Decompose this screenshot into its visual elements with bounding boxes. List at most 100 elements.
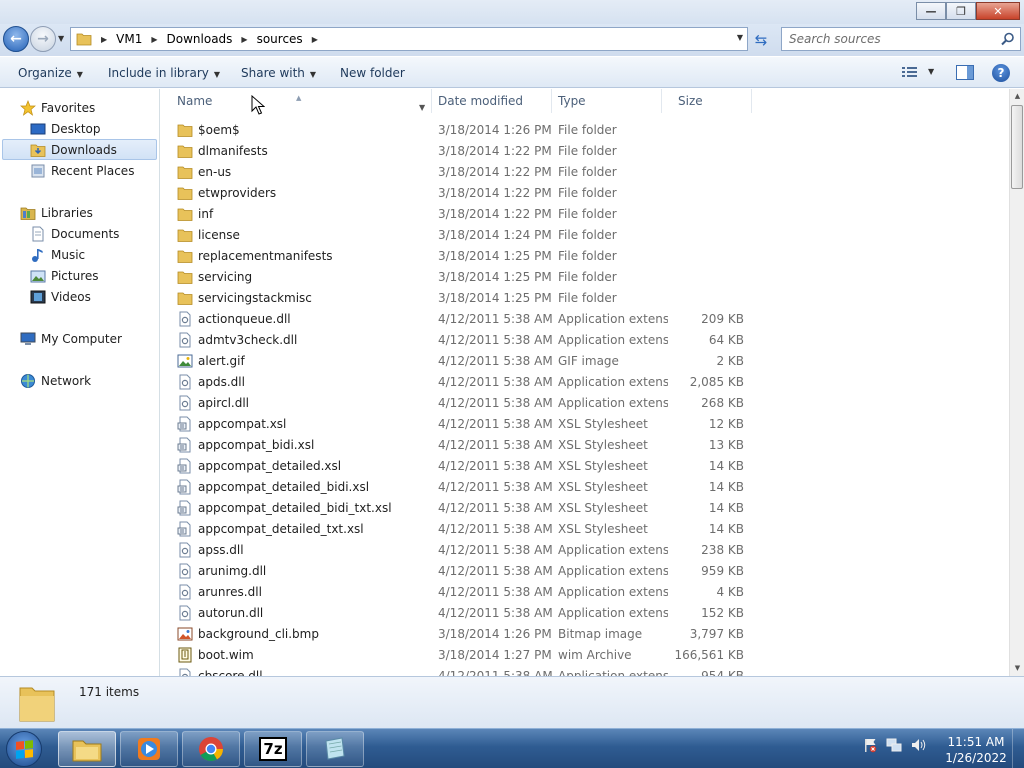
file-name: inf (198, 206, 214, 221)
preview-pane-icon[interactable] (956, 65, 974, 80)
file-row[interactable]: servicing 3/18/2014 1:25 PM File folder (161, 266, 1009, 287)
file-name-cell: replacementmanifests (177, 248, 432, 264)
file-row[interactable]: appcompat.xsl 4/12/2011 5:38 AM XSL Styles… (161, 413, 1009, 434)
vertical-scrollbar[interactable]: ▲ ▼ (1009, 89, 1024, 676)
file-type: Application extens... (558, 605, 668, 620)
network-status-icon[interactable] (886, 737, 902, 753)
refresh-button[interactable]: ⇆ (751, 30, 771, 50)
file-row[interactable]: apss.dll 4/12/2011 5:38 AM Application ext… (161, 539, 1009, 560)
nav-desktop[interactable]: Desktop (30, 118, 158, 139)
recent-places-icon (31, 164, 45, 177)
new-folder-button[interactable]: New folder (340, 66, 405, 80)
file-row[interactable]: servicingstackmisc 3/18/2014 1:25 PM File … (161, 287, 1009, 308)
file-row[interactable]: admtv3check.dll 4/12/2011 5:38 AM Applicat… (161, 329, 1009, 350)
minimize-button[interactable]: — (916, 2, 946, 20)
nav-my-computer[interactable]: My Computer (20, 328, 158, 349)
nav-favorites[interactable]: Favorites (20, 97, 158, 118)
close-button[interactable]: ✕ (976, 2, 1020, 20)
file-row[interactable]: appcompat_detailed.xsl 4/12/2011 5:38 AM X… (161, 455, 1009, 476)
start-button[interactable] (6, 731, 42, 767)
file-row[interactable]: appcompat_bidi.xsl 4/12/2011 5:38 AM XSL S… (161, 434, 1009, 455)
nav-music[interactable]: Music (30, 244, 158, 265)
breadcrumb-separator-icon[interactable]: ▶ (312, 35, 318, 44)
file-row[interactable]: etwproviders 3/18/2014 1:22 PM File folder (161, 182, 1009, 203)
scroll-down-icon[interactable]: ▼ (1010, 661, 1024, 676)
change-view-icon[interactable] (902, 66, 918, 78)
action-center-flag-icon[interactable] (862, 737, 878, 753)
file-name: appcompat.xsl (198, 416, 287, 431)
file-row[interactable]: apircl.dll 4/12/2011 5:38 AM Application e… (161, 392, 1009, 413)
file-row[interactable]: autorun.dll 4/12/2011 5:38 AM Application … (161, 602, 1009, 623)
column-header-size[interactable]: Size (662, 89, 752, 113)
nav-libraries[interactable]: Libraries (20, 202, 158, 223)
column-header-name[interactable]: Name ▲ ▼ (161, 89, 432, 113)
share-with-button[interactable]: Share with ▼ (241, 66, 316, 80)
show-desktop-button[interactable] (1012, 729, 1024, 768)
file-row[interactable]: arunres.dll 4/12/2011 5:38 AM Application … (161, 581, 1009, 602)
file-row[interactable]: arunimg.dll 4/12/2011 5:38 AM Application … (161, 560, 1009, 581)
file-row[interactable]: en-us 3/18/2014 1:22 PM File folder (161, 161, 1009, 182)
address-dropdown-icon[interactable]: ▼ (737, 33, 743, 42)
minimize-icon: — (925, 4, 937, 18)
file-name: admtv3check.dll (198, 332, 298, 347)
forward-button[interactable]: → (30, 26, 56, 52)
file-date: 4/12/2011 5:38 AM (438, 542, 553, 557)
address-bar[interactable]: ▶ VM1 ▶ Downloads ▶ sources ▶ ▼ (70, 27, 748, 51)
nav-network[interactable]: Network (20, 370, 158, 391)
nav-documents[interactable]: Documents (30, 223, 158, 244)
nav-recent-places[interactable]: Recent Places (30, 160, 158, 181)
search-input[interactable] (789, 29, 989, 49)
file-row[interactable]: license 3/18/2014 1:24 PM File folder (161, 224, 1009, 245)
file-name-cell: apss.dll (177, 542, 432, 558)
file-row[interactable]: apds.dll 4/12/2011 5:38 AM Application ext… (161, 371, 1009, 392)
volume-icon[interactable] (910, 737, 926, 753)
breadcrumb-separator-icon[interactable]: ▶ (151, 35, 157, 44)
search-icon[interactable] (1001, 32, 1015, 46)
column-header-date-modified[interactable]: Date modified (422, 89, 552, 113)
taskbar-media-player[interactable] (120, 731, 178, 767)
file-name-cell: admtv3check.dll (177, 332, 432, 348)
restore-icon: ❐ (956, 4, 966, 18)
file-row[interactable]: cbscore.dll 4/12/2011 5:38 AM Application … (161, 665, 1009, 676)
scroll-up-icon[interactable]: ▲ (1010, 89, 1024, 104)
file-row[interactable]: $oem$ 3/18/2014 1:26 PM File folder (161, 119, 1009, 140)
taskbar-windows-explorer[interactable] (58, 731, 116, 767)
breadcrumb-downloads[interactable]: Downloads (167, 32, 233, 46)
file-row[interactable]: boot.wim 3/18/2014 1:27 PM wim Archive 166,… (161, 644, 1009, 665)
folder-icon (76, 33, 92, 46)
file-row[interactable]: replacementmanifests 3/18/2014 1:25 PM Fil… (161, 245, 1009, 266)
breadcrumb-vm1[interactable]: VM1 (116, 32, 142, 46)
help-icon[interactable]: ? (992, 64, 1010, 82)
back-button[interactable]: ← (3, 26, 29, 52)
taskbar-notepad[interactable] (306, 731, 364, 767)
scrollbar-thumb[interactable] (1011, 105, 1023, 189)
breadcrumb-separator-icon[interactable]: ▶ (241, 35, 247, 44)
column-header-type[interactable]: Type (542, 89, 662, 113)
clock[interactable]: 11:51 AM 1/26/2022 (940, 734, 1012, 766)
organize-button[interactable]: Organize ▼ (18, 66, 83, 80)
file-row[interactable]: inf 3/18/2014 1:22 PM File folder (161, 203, 1009, 224)
taskbar-7zip[interactable]: 7z (244, 731, 302, 767)
include-in-library-button[interactable]: Include in library ▼ (108, 66, 220, 80)
file-row[interactable]: actionqueue.dll 4/12/2011 5:38 AM Applicat… (161, 308, 1009, 329)
breadcrumb-sources[interactable]: sources (257, 32, 303, 46)
file-row[interactable]: appcompat_detailed_bidi_txt.xsl 4/12/2011… (161, 497, 1009, 518)
folder-icon (177, 145, 193, 158)
nav-pictures[interactable]: Pictures (30, 265, 158, 286)
taskbar-chrome[interactable] (182, 731, 240, 767)
file-row[interactable]: appcompat_detailed_txt.xsl 4/12/2011 5:38… (161, 518, 1009, 539)
file-row[interactable]: appcompat_detailed_bidi.xsl 4/12/2011 5:3… (161, 476, 1009, 497)
file-row[interactable]: dlmanifests 3/18/2014 1:22 PM File folder (161, 140, 1009, 161)
close-icon: ✕ (993, 4, 1003, 18)
breadcrumb-separator-icon[interactable]: ▶ (101, 35, 107, 44)
file-date: 3/18/2014 1:22 PM (438, 206, 552, 221)
file-row[interactable]: background_cli.bmp 3/18/2014 1:26 PM Bitma… (161, 623, 1009, 644)
nav-downloads[interactable]: Downloads (2, 139, 157, 160)
nav-videos[interactable]: Videos (30, 286, 158, 307)
file-row[interactable]: alert.gif 4/12/2011 5:38 AM GIF image 2 KB (161, 350, 1009, 371)
file-type: GIF image (558, 353, 619, 368)
maximize-button[interactable]: ❐ (946, 2, 976, 20)
taskbar: 7z 11:51 AM 1/26/2022 (0, 728, 1024, 768)
view-options-dropdown-icon[interactable]: ▼ (928, 67, 934, 76)
recent-pages-dropdown[interactable]: ▼ (58, 34, 64, 43)
